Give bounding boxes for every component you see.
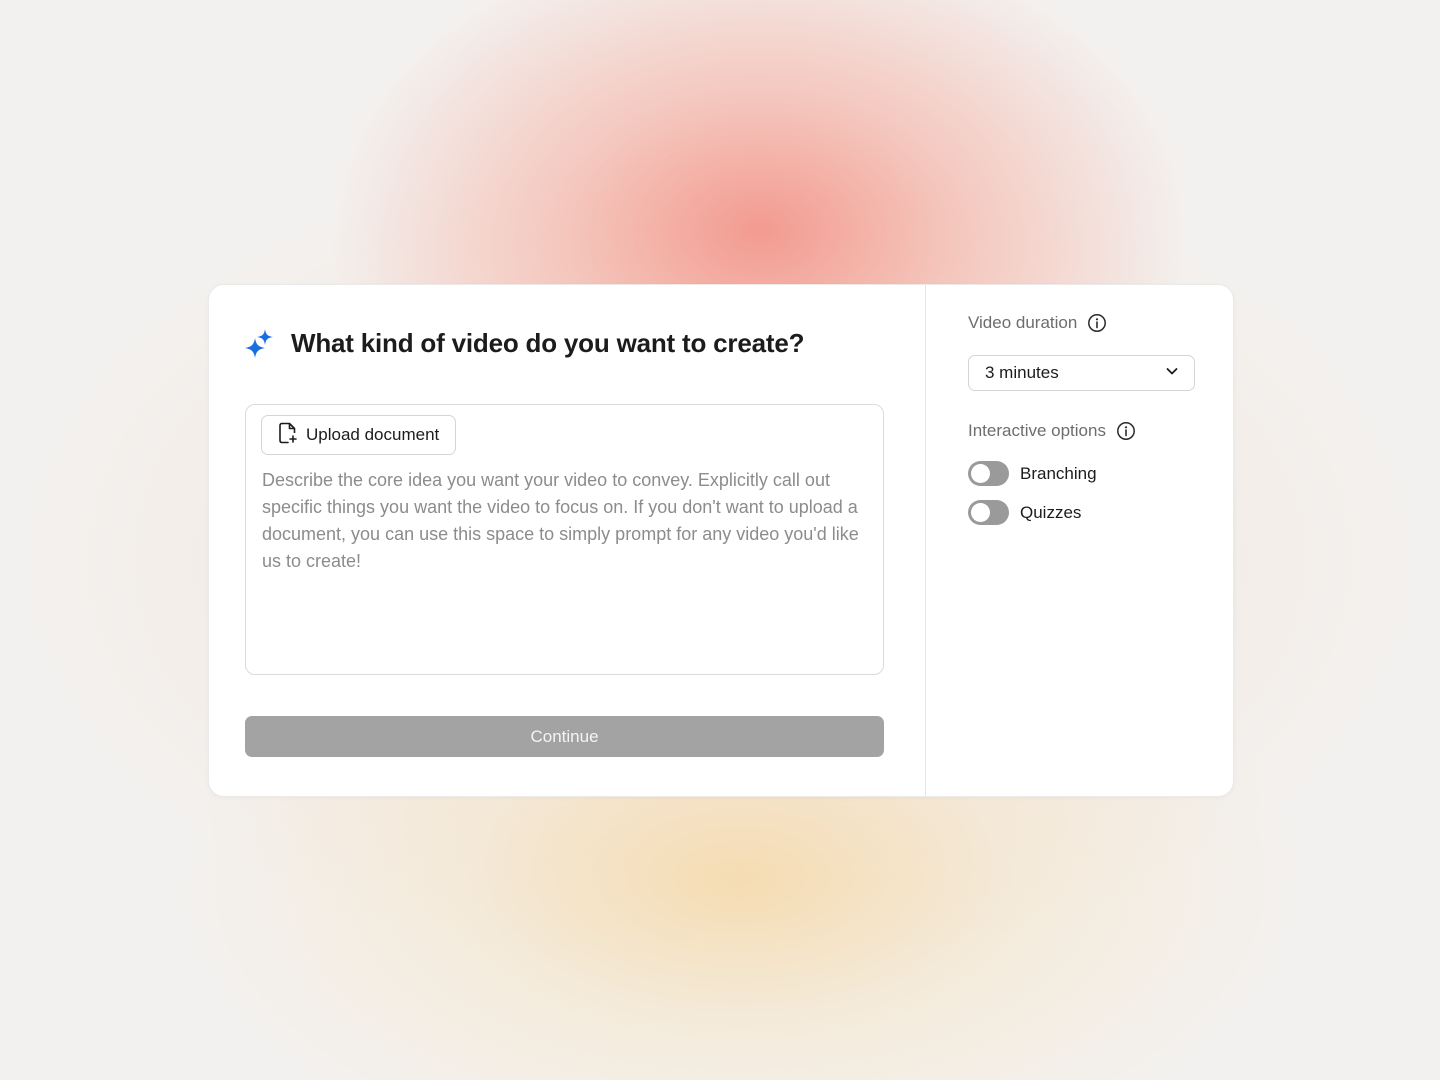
upload-document-button[interactable]: Upload document xyxy=(261,415,457,455)
info-icon[interactable] xyxy=(1116,421,1136,441)
page-title: What kind of video do you want to create… xyxy=(291,327,805,358)
settings-panel: Video duration 3 minutes Interactive opt… xyxy=(926,285,1233,796)
prompt-panel: What kind of video do you want to create… xyxy=(209,285,926,796)
quizzes-option: Quizzes xyxy=(968,500,1195,525)
video-duration-select[interactable]: 3 minutes xyxy=(968,355,1195,391)
video-duration-label: Video duration xyxy=(968,313,1078,332)
continue-button[interactable]: Continue xyxy=(245,716,884,757)
header: What kind of video do you want to create… xyxy=(245,327,804,359)
branching-label: Branching xyxy=(1020,463,1097,483)
sparkle-icon xyxy=(245,327,277,359)
upload-document-label: Upload document xyxy=(306,425,440,444)
prompt-textarea[interactable]: Upload document Describe the core idea y… xyxy=(245,404,884,675)
video-duration-value: 3 minutes xyxy=(985,363,1059,382)
interactive-options-label: Interactive options xyxy=(968,421,1106,440)
quizzes-toggle[interactable] xyxy=(968,500,1009,525)
quizzes-label: Quizzes xyxy=(1020,502,1082,522)
file-plus-icon xyxy=(278,422,298,449)
branching-option: Branching xyxy=(968,461,1195,486)
video-duration-label-row: Video duration xyxy=(968,313,1195,333)
info-icon[interactable] xyxy=(1087,313,1107,333)
prompt-placeholder: Describe the core idea you want your vid… xyxy=(262,470,859,571)
chevron-down-icon xyxy=(1164,363,1180,384)
video-create-card: What kind of video do you want to create… xyxy=(208,284,1234,797)
branching-toggle[interactable] xyxy=(968,461,1009,486)
interactive-options-label-row: Interactive options xyxy=(968,421,1195,441)
